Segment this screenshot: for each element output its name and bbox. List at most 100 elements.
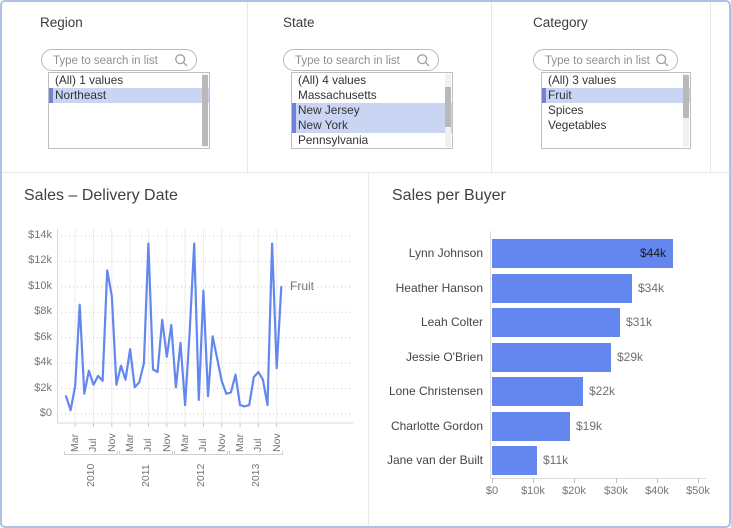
x-axis-tick-label: Mar <box>178 428 192 452</box>
search-icon <box>416 53 431 68</box>
series-label: Fruit <box>290 279 314 293</box>
search-box <box>283 49 439 71</box>
year-label: 2013 <box>249 457 263 487</box>
sales-line-series[interactable] <box>66 244 281 411</box>
list-item[interactable]: Fruit <box>542 88 690 103</box>
list-item[interactable]: Northeast <box>49 88 209 103</box>
search-input[interactable] <box>51 51 171 71</box>
scrollbar[interactable] <box>683 74 689 147</box>
bar[interactable] <box>492 343 611 372</box>
scrollbar[interactable] <box>202 74 208 147</box>
line-chart-plot: MarJulNov2010MarJulNov2011MarJulNov2012M… <box>57 229 359 519</box>
bar-category-label: Lynn Johnson <box>369 239 483 268</box>
bar-value-label: $19k <box>576 412 602 441</box>
y-axis-tick-label: $6k <box>2 331 52 343</box>
list-item[interactable]: (All) 3 values <box>542 73 690 88</box>
bar[interactable] <box>492 446 537 475</box>
filter-title: Category <box>533 15 588 30</box>
search-input[interactable] <box>543 51 654 71</box>
x-axis-tick-label: Jul <box>86 428 100 452</box>
x-axis-tick-label: Mar <box>233 428 247 452</box>
list-item[interactable]: Spices <box>542 103 690 118</box>
list-item[interactable]: Massachusetts <box>292 88 452 103</box>
panel-divider <box>491 2 492 172</box>
year-label: 2012 <box>194 457 208 487</box>
filter-list: (All) 3 valuesFruitSpicesVegetables <box>541 72 691 149</box>
list-item[interactable]: Vegetables <box>542 118 690 133</box>
x-axis-tick-label: Mar <box>68 428 82 452</box>
x-axis-tick-label: $0 <box>470 485 514 497</box>
x-axis-tick-label: Jul <box>251 428 265 452</box>
x-axis-tick <box>657 478 658 483</box>
bar-chart-panel: Sales per Buyer Lynn Johnson $44k Heather … <box>369 173 729 526</box>
x-axis-tick-label: Jul <box>196 428 210 452</box>
list-item[interactable]: Pennsylvania <box>292 133 452 148</box>
list-item[interactable]: New York <box>292 118 452 133</box>
y-axis-tick-label: $8k <box>2 305 52 317</box>
bar-value-label: $11k <box>543 446 568 475</box>
x-axis-tick-label: $50k <box>676 485 720 497</box>
list-item[interactable]: New Jersey <box>292 103 452 118</box>
bar[interactable] <box>492 274 632 303</box>
filter-title: State <box>283 15 315 30</box>
filter-panel-category: Category (All) 3 valuesFruitSpicesVegeta… <box>491 2 710 172</box>
bar-value-label: $34k <box>638 274 664 303</box>
x-axis-tick-label: Nov <box>270 428 284 452</box>
x-axis-tick-label: Nov <box>215 428 229 452</box>
bar[interactable] <box>492 377 583 406</box>
scrollbar[interactable] <box>445 74 451 147</box>
dashboard: Region (All) 1 valuesNortheast State <box>0 0 731 528</box>
year-bracket <box>119 451 173 455</box>
bar-value-label: $44k <box>492 239 666 268</box>
y-axis-tick-label: $4k <box>2 356 52 368</box>
bar-value-label: $29k <box>617 343 643 372</box>
panel-divider <box>710 2 711 172</box>
x-axis-tick-label: Jul <box>141 428 155 452</box>
chart-title: Sales – Delivery Date <box>24 187 178 205</box>
line-chart-panel: Sales – Delivery Date $0 $2k $4k $6k $8k $10k… <box>2 173 369 526</box>
y-axis-tick-label: $10k <box>2 280 52 292</box>
filters-row: Region (All) 1 valuesNortheast State <box>2 2 729 172</box>
charts-row: Sales – Delivery Date $0 $2k $4k $6k $8k $10k… <box>2 172 729 526</box>
search-icon <box>655 53 670 68</box>
bar[interactable] <box>492 308 620 337</box>
year-bracket <box>174 451 228 455</box>
x-axis-tick <box>492 478 493 483</box>
filter-title: Region <box>40 15 83 30</box>
year-label: 2010 <box>84 457 98 487</box>
scrollbar-thumb[interactable] <box>683 75 689 117</box>
filter-list: (All) 1 valuesNortheast <box>48 72 210 149</box>
x-axis-tick <box>533 478 534 483</box>
year-bracket <box>229 451 283 455</box>
search-box <box>533 49 678 71</box>
y-axis-tick-label: $12k <box>2 254 52 266</box>
filter-panel-state: State (All) 4 valuesMassachusettsNew Jer… <box>247 2 491 172</box>
y-axis-tick-label: $0 <box>2 407 52 419</box>
x-axis-tick-label: $20k <box>552 485 596 497</box>
x-axis-tick-label: $10k <box>511 485 555 497</box>
filter-panel-region: Region (All) 1 valuesNortheast <box>2 2 247 172</box>
search-input[interactable] <box>293 51 413 71</box>
bar-chart-x-axis <box>490 478 706 479</box>
list-item[interactable]: (All) 1 values <box>49 73 209 88</box>
x-axis-tick-label: $30k <box>594 485 638 497</box>
x-axis-tick-label: Nov <box>105 428 119 452</box>
year-label: 2011 <box>139 457 153 487</box>
x-axis-tick <box>616 478 617 483</box>
chart-title: Sales per Buyer <box>392 187 506 205</box>
bar-category-label: Heather Hanson <box>369 274 483 303</box>
bar-category-label: Jessie O'Brien <box>369 343 483 372</box>
year-bracket <box>64 451 118 455</box>
bar-category-label: Jane van der Built <box>369 446 483 475</box>
line-chart <box>57 229 359 429</box>
x-axis-tick-label: Nov <box>160 428 174 452</box>
bar[interactable] <box>492 412 570 441</box>
scrollbar-thumb[interactable] <box>202 75 208 145</box>
scrollbar-thumb[interactable] <box>445 87 451 127</box>
search-icon <box>174 53 189 68</box>
list-item[interactable]: (All) 4 values <box>292 73 452 88</box>
x-axis-tick-label: $40k <box>635 485 679 497</box>
bar-value-label: $22k <box>589 377 615 406</box>
y-axis-tick-label: $2k <box>2 382 52 394</box>
filter-list: (All) 4 valuesMassachusettsNew JerseyNew… <box>291 72 453 149</box>
